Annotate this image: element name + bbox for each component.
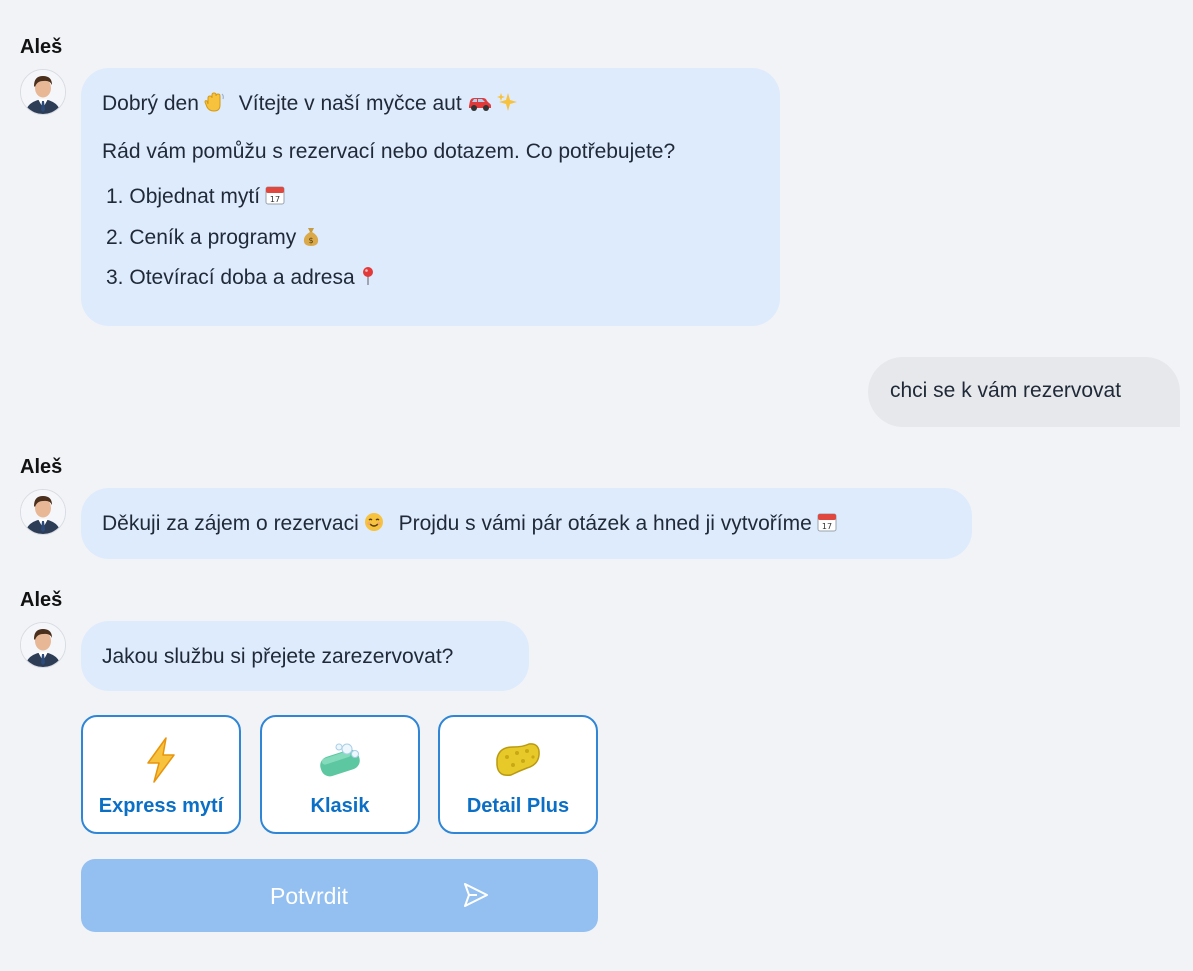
list-number: 3. <box>106 266 124 289</box>
list-item-text: Objednat mytí <box>129 185 261 208</box>
avatar-man-icon <box>21 490 65 534</box>
soap-icon <box>315 735 365 785</box>
list-item-text: Ceník a programy <box>129 226 297 249</box>
option-klasik[interactable]: Klasik <box>260 715 420 834</box>
option-label: Klasik <box>310 795 370 817</box>
bot-message-bubble: Jakou službu si přejete zarezervovat? <box>81 621 529 691</box>
sender-name: Aleš <box>20 589 63 611</box>
message-line: Rád vám pomůžu s rezervací nebo dotazem.… <box>102 140 676 163</box>
calendar-icon: 17 <box>816 511 838 539</box>
message-line: Dobrý den Vítejte v naší myčce aut <box>102 91 518 119</box>
list-number: 1. <box>106 185 124 208</box>
confirm-button[interactable]: Potvrdit <box>81 859 598 932</box>
svg-text:17: 17 <box>822 522 832 531</box>
svg-text:$: $ <box>309 236 314 245</box>
option-detail-plus[interactable]: Detail Plus <box>438 715 598 834</box>
avatar <box>20 69 66 115</box>
sender-name: Aleš <box>20 456 63 478</box>
avatar <box>20 489 66 535</box>
lightning-icon <box>136 735 186 785</box>
avatar-man-icon <box>21 70 65 114</box>
user-message-text: chci se k vám rezervovat <box>890 379 1122 402</box>
bot-message-bubble: Děkuji za zájem o rezervaci Projdu s vám… <box>81 488 972 559</box>
waving-hand-icon <box>203 91 225 119</box>
svg-text:17: 17 <box>270 195 280 204</box>
option-label: Express mytí <box>98 795 224 817</box>
list-item: 2. Ceník a programy $ <box>106 225 322 253</box>
car-icon <box>466 91 492 119</box>
user-message-bubble: chci se k vám rezervovat <box>868 357 1180 427</box>
question-text: Jakou službu si přejete zarezervovat? <box>102 645 454 668</box>
avatar-man-icon <box>21 623 65 667</box>
message-line: Děkuji za zájem o rezervaci Projdu s vám… <box>102 511 838 539</box>
money-bag-icon: $ <box>300 225 322 253</box>
calendar-icon: 17 <box>264 184 286 212</box>
greeting-text: Dobrý den <box>102 92 199 115</box>
send-icon <box>462 881 490 915</box>
sparkles-icon <box>496 91 518 119</box>
bot-message-bubble: Dobrý den Vítejte v naší myčce aut Rád v… <box>81 68 780 326</box>
questions-text: Projdu s vámi pár otázek a hned ji vytvo… <box>398 512 812 535</box>
option-express-myti[interactable]: Express mytí <box>81 715 241 834</box>
round-pushpin-icon <box>359 265 377 293</box>
welcome-text: Vítejte v naší myčce aut <box>238 92 462 115</box>
list-item: 3. Otevírací doba a adresa <box>106 265 377 293</box>
confirm-label: Potvrdit <box>270 883 348 909</box>
list-item: 1. Objednat mytí 17 <box>106 184 286 212</box>
avatar <box>20 622 66 668</box>
option-label: Detail Plus <box>466 795 570 817</box>
sender-name: Aleš <box>20 36 63 58</box>
list-item-text: Otevírací doba a adresa <box>129 266 355 289</box>
thanks-text: Děkuji za zájem o rezervaci <box>102 512 359 535</box>
sponge-icon <box>493 735 543 785</box>
smiling-face-icon <box>363 511 385 539</box>
list-number: 2. <box>106 226 124 249</box>
